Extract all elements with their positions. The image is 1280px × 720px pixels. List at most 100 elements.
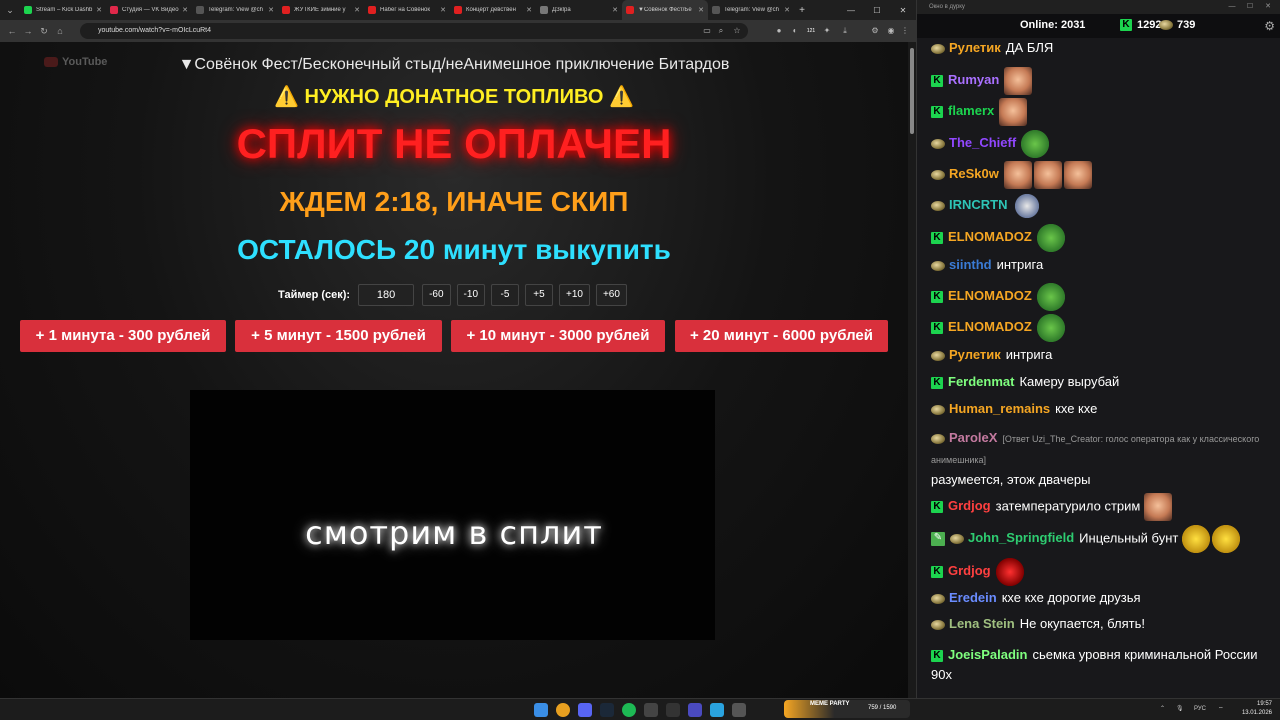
puzzle-icon[interactable]: ✦ — [820, 24, 834, 38]
tab-close-icon[interactable]: ✕ — [96, 6, 102, 14]
chat-username[interactable]: siinthd — [949, 257, 992, 272]
profile-dot-icon[interactable]: ● — [772, 24, 786, 38]
chat-username[interactable]: ELNOMADOZ — [948, 229, 1032, 244]
timer-plus-10-button[interactable]: +10 — [559, 284, 590, 306]
chat-username[interactable]: ELNOMADOZ — [948, 319, 1032, 334]
start-icon[interactable] — [534, 703, 548, 717]
tab-close-icon[interactable]: ✕ — [354, 6, 360, 14]
browser-tab[interactable]: Stream – Kick Dashb ✕ — [20, 0, 106, 20]
chat-username[interactable]: JoeisPaladin — [948, 647, 1027, 662]
browser-tab[interactable]: ▼Совёнок Фест/Бе ✕ — [622, 0, 708, 20]
maximize-icon[interactable]: ☐ — [864, 0, 890, 20]
reload-icon[interactable]: ↻ — [36, 26, 52, 37]
tab-close-icon[interactable]: ✕ — [268, 6, 274, 14]
timer-plus-5-button[interactable]: +5 — [525, 284, 553, 306]
cast-icon[interactable]: ▭ — [700, 24, 714, 38]
chat-username[interactable]: flamerx — [948, 103, 994, 118]
platform-icon — [1159, 20, 1173, 30]
telegram-icon[interactable] — [710, 703, 724, 717]
timer-minus-5-button[interactable]: -5 — [491, 284, 519, 306]
home-icon[interactable]: ⌂ — [52, 26, 68, 36]
timer-minus-60-button[interactable]: -60 — [422, 284, 451, 306]
tray-chevron-icon[interactable]: ⌃ — [1160, 705, 1165, 712]
tab-search-icon[interactable]: ⌄ — [0, 0, 20, 20]
browser-tab[interactable]: Студия — VK Видео ✕ — [106, 0, 192, 20]
kick-badge-icon: K — [931, 291, 943, 303]
browser-tab[interactable]: Набег на Совёнок ✕ — [364, 0, 450, 20]
tab-close-icon[interactable]: ✕ — [440, 6, 446, 14]
steam-icon[interactable] — [600, 703, 614, 717]
donate-10min-button[interactable]: + 10 минут - 3000 рублей — [451, 320, 665, 352]
spotify-icon[interactable] — [622, 703, 636, 717]
browser-tab[interactable]: Telegram: View @ch ✕ — [708, 0, 794, 20]
forward-icon[interactable]: → — [20, 26, 36, 36]
clock[interactable]: 19:57 13.01.2026 — [1238, 700, 1272, 718]
star-icon[interactable]: ☆ — [730, 24, 744, 38]
chat-username[interactable]: ELNOMADOZ — [948, 288, 1032, 303]
language-indicator[interactable]: РУС — [1194, 706, 1206, 712]
close-window-icon[interactable]: ✕ — [890, 0, 916, 20]
chat-message: K JoeisPaladin сьемка уровня криминальной … — [931, 645, 1271, 685]
browser-tab[interactable]: ДЗкIра ✕ — [536, 0, 622, 20]
chat-username[interactable]: John_Springfield — [968, 530, 1074, 545]
platform-badge-icon — [931, 593, 945, 604]
online-label: Online: — [1020, 19, 1058, 31]
explorer-icon[interactable] — [732, 703, 746, 717]
tab-close-icon[interactable]: ✕ — [698, 6, 704, 14]
tab-close-icon[interactable]: ✕ — [612, 6, 618, 14]
chat-username[interactable]: Eredein — [949, 590, 997, 605]
menu-icon[interactable]: ⋮ — [898, 24, 912, 38]
chat-username[interactable]: The_Chieff — [949, 135, 1016, 150]
browser-tab[interactable]: Telegram: View @ch ✕ — [192, 0, 278, 20]
chat-username[interactable]: Human_remains — [949, 401, 1050, 416]
tab-close-icon[interactable]: ✕ — [784, 6, 790, 14]
chat-username[interactable]: ReSk0w — [949, 166, 999, 181]
app-icon[interactable] — [666, 703, 680, 717]
chat-username[interactable]: Rumyan — [948, 72, 999, 87]
timer-input[interactable]: 180 — [358, 284, 415, 306]
chrome-icon[interactable] — [556, 703, 570, 717]
chat-username[interactable]: Ferdenmat — [948, 374, 1014, 389]
tab-close-icon[interactable]: ✕ — [182, 6, 188, 14]
settings-icon[interactable]: ⚙ — [868, 24, 882, 38]
timer-minus-10-button[interactable]: -10 — [456, 284, 485, 306]
meme-party-widget[interactable]: MEME PARTY 759 / 1590 — [784, 700, 910, 718]
chat-close-icon[interactable]: ✕ — [1261, 0, 1275, 14]
zoom-icon[interactable]: ⌕ — [714, 24, 728, 38]
tab-close-icon[interactable]: ✕ — [526, 6, 532, 14]
chat-maximize-icon[interactable]: ☐ — [1243, 0, 1257, 14]
chat-username[interactable]: Рулетик — [949, 347, 1001, 362]
chat-username[interactable]: ParoleX — [949, 430, 997, 445]
donate-1min-button[interactable]: + 1 минута - 300 рублей — [20, 320, 226, 352]
chat-username[interactable]: Lena Stein — [949, 616, 1015, 631]
chat-message: K Ferdenmat Камеру вырубай — [931, 372, 1271, 392]
minimize-icon[interactable]: — — [838, 0, 864, 20]
chat-settings-icon[interactable]: ⚙ — [1264, 19, 1275, 33]
extension-icon[interactable]: ◐ — [788, 24, 802, 38]
account-icon[interactable]: ◉ — [884, 24, 898, 38]
scrollbar-thumb[interactable] — [910, 48, 914, 134]
download-icon[interactable]: ⤓ — [838, 24, 852, 38]
browser-tab[interactable]: ЖУТКИЕ зимние у ✕ — [278, 0, 364, 20]
chat-username[interactable]: Grdjog — [948, 498, 991, 513]
chat-titlebar: Окно в дурку — ☐ ✕ — [917, 0, 1280, 14]
wifi-icon[interactable]: ⌔ — [1218, 705, 1224, 713]
back-icon[interactable]: ← — [4, 26, 20, 36]
tabs: Stream – Kick Dashb ✕ Студия — VK Видео ✕ Te… — [20, 0, 794, 20]
chat-username[interactable]: IRNCRTN — [949, 197, 1008, 212]
chat-minimize-icon[interactable]: — — [1225, 0, 1239, 14]
extension-badge[interactable]: 121 — [804, 24, 818, 38]
browser-tab[interactable]: Концерт девствен ✕ — [450, 0, 536, 20]
chat-username[interactable]: Grdjog — [948, 563, 991, 578]
discord-icon[interactable] — [578, 703, 592, 717]
chat-username[interactable]: Рулетик — [949, 40, 1001, 55]
mic-icon[interactable]: 🎙 — [1176, 705, 1184, 712]
address-bar[interactable]: youtube.com/watch?v=-mOIcLcuRt4 — [80, 23, 748, 39]
obs-icon[interactable] — [644, 703, 658, 717]
page-scrollbar[interactable] — [908, 42, 916, 698]
new-tab-button[interactable]: + — [794, 5, 810, 16]
donate-5min-button[interactable]: + 5 минут - 1500 рублей — [235, 320, 442, 352]
donate-20min-button[interactable]: + 20 минут - 6000 рублей — [675, 320, 888, 352]
timer-plus-60-button[interactable]: +60 — [595, 284, 627, 306]
player-icon[interactable] — [688, 703, 702, 717]
